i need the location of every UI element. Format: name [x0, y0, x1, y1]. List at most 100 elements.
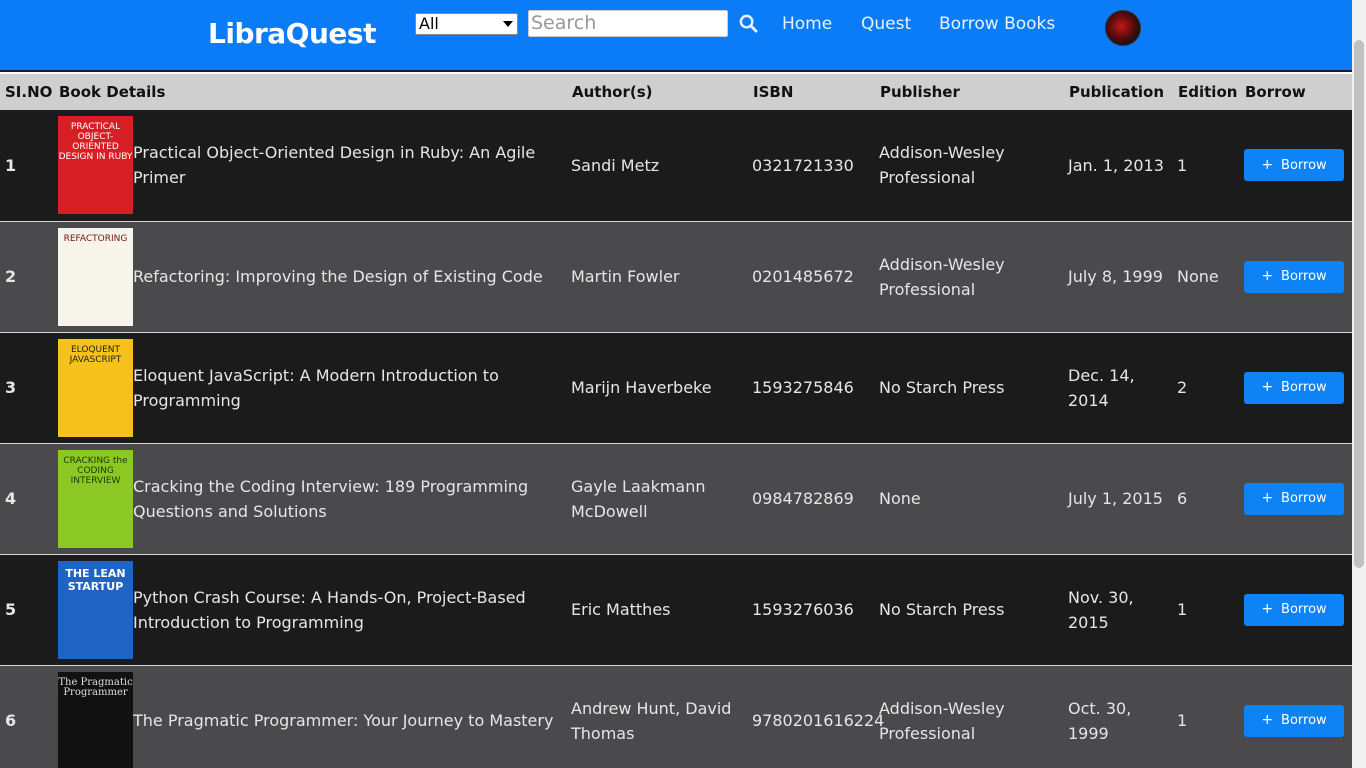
borrow-cell: + Borrow — [1240, 110, 1352, 222]
page-scrollbar[interactable] — [1352, 0, 1366, 768]
header-edition: Edition — [1178, 83, 1238, 101]
book-author: Sandi Metz — [567, 110, 748, 222]
category-filter-select[interactable]: All — [415, 13, 518, 35]
plus-icon: + — [1261, 268, 1274, 284]
book-edition: 1 — [1173, 554, 1240, 666]
book-author: Andrew Hunt, David Thomas — [567, 665, 748, 768]
plus-icon: + — [1261, 490, 1274, 506]
table-row: 2 REFACTORING Refactoring: Improving the… — [0, 221, 1352, 333]
table-row: 1 PRACTICAL OBJECT-ORIENTED DESIGN IN RU… — [0, 110, 1352, 222]
book-publication: July 1, 2015 — [1064, 443, 1173, 555]
search-icon[interactable] — [739, 14, 758, 33]
row-number: 3 — [0, 332, 54, 444]
books-table: SI.NO Book Details Author(s) ISBN Publis… — [0, 74, 1352, 768]
borrow-label: Borrow — [1281, 713, 1327, 728]
row-number: 2 — [0, 221, 54, 333]
book-publisher: No Starch Press — [875, 554, 1064, 666]
book-edition: 1 — [1173, 110, 1240, 222]
search-placeholder: Search — [531, 12, 597, 34]
book-publication: Jan. 1, 2013 — [1064, 110, 1173, 222]
borrow-label: Borrow — [1281, 157, 1327, 173]
scrollbar-thumb[interactable] — [1354, 40, 1364, 568]
nav-link-borrow-books[interactable]: Borrow Books — [939, 14, 1055, 34]
book-isbn: 1593275846 — [748, 332, 875, 444]
book-isbn: 0321721330 — [748, 110, 875, 222]
plus-icon: + — [1261, 156, 1274, 173]
book-details-cell: THE LEAN STARTUP Python Crash Course: A … — [54, 554, 567, 666]
book-details-cell: REFACTORING Refactoring: Improving the D… — [54, 221, 567, 333]
borrow-button[interactable]: + Borrow — [1244, 260, 1344, 293]
borrow-label: Borrow — [1281, 491, 1327, 506]
book-edition: 6 — [1173, 443, 1240, 555]
book-isbn: 0984782869 — [748, 443, 875, 555]
borrow-cell: + Borrow — [1240, 443, 1352, 555]
book-edition: 2 — [1173, 332, 1240, 444]
borrow-button[interactable]: + Borrow — [1244, 704, 1344, 737]
book-author: Gayle Laakmann McDowell — [567, 443, 748, 555]
table-row: 6 The Pragmatic Programmer The Pragmatic… — [0, 665, 1352, 768]
book-cover-image[interactable]: PRACTICAL OBJECT-ORIENTED DESIGN IN RUBY — [58, 116, 133, 215]
plus-icon: + — [1261, 601, 1274, 617]
header-isbn: ISBN — [753, 83, 794, 101]
borrow-cell: + Borrow — [1240, 554, 1352, 666]
book-edition: 1 — [1173, 665, 1240, 768]
book-cover-image[interactable]: THE LEAN STARTUP — [58, 560, 133, 659]
row-number: 5 — [0, 554, 54, 666]
cover-text: CRACKING the CODING INTERVIEW — [63, 455, 128, 486]
book-details-cell: ELOQUENT JAVASCRIPT Eloquent JavaScript:… — [54, 332, 567, 444]
book-title-link[interactable]: Practical Object-Oriented Design in Ruby… — [133, 140, 563, 190]
book-publisher: No Starch Press — [875, 332, 1064, 444]
book-cover-image[interactable]: REFACTORING — [58, 227, 133, 326]
header-book-details: Book Details — [59, 83, 166, 101]
book-publisher: Addison-Wesley Professional — [875, 665, 1064, 768]
book-publisher: Addison-Wesley Professional — [875, 221, 1064, 333]
header-sino: SI.NO — [5, 83, 53, 101]
book-publication: Oct. 30, 1999 — [1064, 665, 1173, 768]
user-avatar[interactable] — [1105, 10, 1141, 46]
borrow-button[interactable]: + Borrow — [1244, 371, 1344, 404]
search-input[interactable]: Search — [528, 10, 728, 37]
borrow-label: Borrow — [1281, 380, 1327, 395]
plus-icon: + — [1261, 712, 1274, 728]
book-author: Martin Fowler — [567, 221, 748, 333]
nav-link-quest[interactable]: Quest — [861, 14, 911, 34]
book-cover-image[interactable]: ELOQUENT JAVASCRIPT — [58, 338, 133, 437]
row-number: 1 — [0, 110, 54, 222]
cover-text: REFACTORING — [63, 233, 128, 244]
header-publication: Publication — [1069, 83, 1165, 101]
book-title-link[interactable]: Refactoring: Improving the Design of Exi… — [133, 264, 543, 289]
book-details-cell: PRACTICAL OBJECT-ORIENTED DESIGN IN RUBY… — [54, 110, 567, 222]
table-header-row: SI.NO Book Details Author(s) ISBN Publis… — [0, 74, 1352, 110]
borrow-button[interactable]: + Borrow — [1244, 149, 1344, 182]
chevron-down-icon — [503, 21, 513, 27]
header-authors: Author(s) — [572, 83, 653, 101]
table-row: 3 ELOQUENT JAVASCRIPT Eloquent JavaScrip… — [0, 332, 1352, 444]
book-edition: None — [1173, 221, 1240, 333]
book-title-link[interactable]: Cracking the Coding Interview: 189 Progr… — [133, 474, 563, 524]
table-row: 5 THE LEAN STARTUP Python Crash Course: … — [0, 554, 1352, 666]
book-title-link[interactable]: Eloquent JavaScript: A Modern Introducti… — [133, 363, 563, 413]
book-isbn: 1593276036 — [748, 554, 875, 666]
book-isbn: 9780201616224 — [748, 665, 884, 768]
brand-logo[interactable]: LibraQuest — [208, 17, 376, 50]
borrow-label: Borrow — [1281, 269, 1327, 284]
book-author: Marijn Haverbeke — [567, 332, 748, 444]
book-cover-image[interactable]: The Pragmatic Programmer — [58, 671, 133, 768]
borrow-cell: + Borrow — [1240, 332, 1352, 444]
book-publisher: Addison-Wesley Professional — [875, 110, 1064, 222]
book-isbn: 0201485672 — [748, 221, 875, 333]
book-title-link[interactable]: The Pragmatic Programmer: Your Journey t… — [133, 708, 553, 733]
header-borrow: Borrow — [1245, 83, 1306, 101]
cover-text: ELOQUENT JAVASCRIPT — [69, 344, 122, 365]
book-title-link[interactable]: Python Crash Course: A Hands-On, Project… — [133, 585, 563, 635]
borrow-button[interactable]: + Borrow — [1244, 482, 1344, 515]
borrow-button[interactable]: + Borrow — [1244, 593, 1344, 626]
book-author: Eric Matthes — [567, 554, 748, 666]
nav-link-home[interactable]: Home — [782, 14, 832, 34]
book-cover-image[interactable]: CRACKING the CODING INTERVIEW — [58, 449, 133, 548]
row-number: 4 — [0, 443, 54, 555]
header-publisher: Publisher — [880, 83, 960, 101]
plus-icon: + — [1261, 379, 1274, 395]
book-publication: Dec. 14, 2014 — [1064, 332, 1173, 444]
cover-text: THE LEAN STARTUP — [65, 566, 126, 593]
